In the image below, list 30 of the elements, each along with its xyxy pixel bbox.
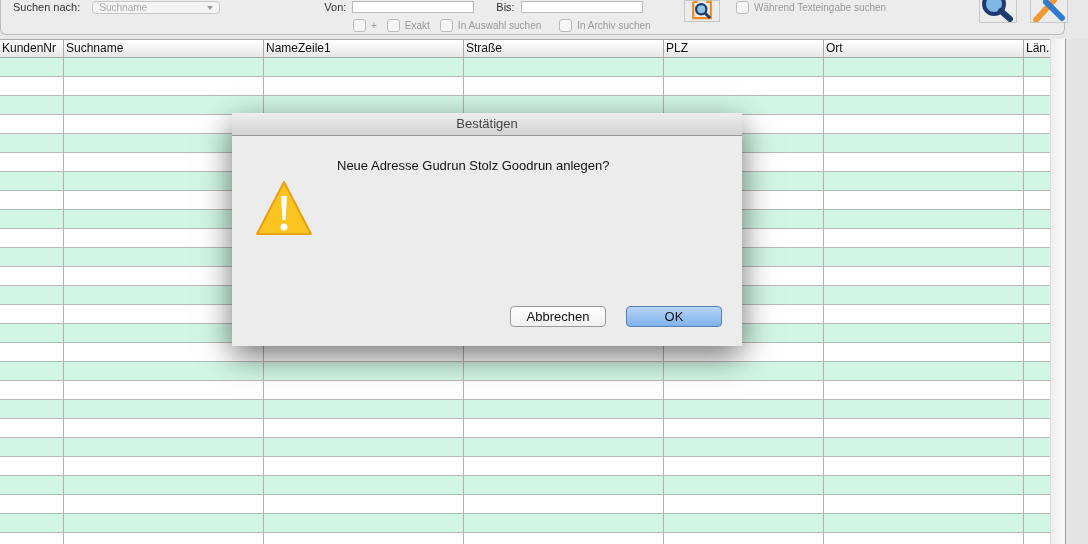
column-header[interactable]: PLZ	[663, 40, 823, 57]
checkbox[interactable]	[559, 19, 573, 32]
column-header[interactable]: Suchname	[63, 40, 263, 57]
column-header[interactable]: NameZeile1	[263, 40, 463, 57]
option-label: In Auswahl suchen	[457, 20, 542, 31]
document-search-icon[interactable]	[684, 0, 720, 22]
from-field[interactable]	[352, 1, 475, 13]
from-label: Von:	[324, 1, 347, 13]
checkbox[interactable]	[386, 19, 400, 32]
dialog-message: Neue Adresse Gudrun Stolz Goodrun anlegen?	[337, 158, 610, 175]
checkbox[interactable]	[736, 1, 749, 14]
option-label: In Archiv suchen	[577, 20, 651, 31]
to-field[interactable]	[520, 1, 643, 13]
checkbox[interactable]	[353, 19, 366, 32]
column-header[interactable]: KundenNr	[0, 40, 63, 57]
scrollbar[interactable]	[1050, 39, 1066, 544]
option-label: Exakt	[404, 20, 430, 31]
ok-button[interactable]: OK	[626, 306, 722, 327]
dialog-title: Bestätigen	[232, 113, 742, 136]
to-label: Bis:	[496, 1, 515, 13]
cancel-button[interactable]: Abbrechen	[510, 306, 606, 327]
search-icon[interactable]	[979, 0, 1017, 23]
column-header[interactable]: Straße	[463, 40, 663, 57]
option-label: +	[371, 20, 377, 31]
tools-icon[interactable]	[1030, 0, 1068, 23]
warning-icon	[255, 180, 313, 238]
search-by-label: Suchen nach:	[13, 1, 81, 13]
option-label: Während Texteingabe suchen	[754, 2, 887, 13]
checkbox[interactable]	[439, 19, 453, 32]
column-header[interactable]: Ort	[823, 40, 1023, 57]
